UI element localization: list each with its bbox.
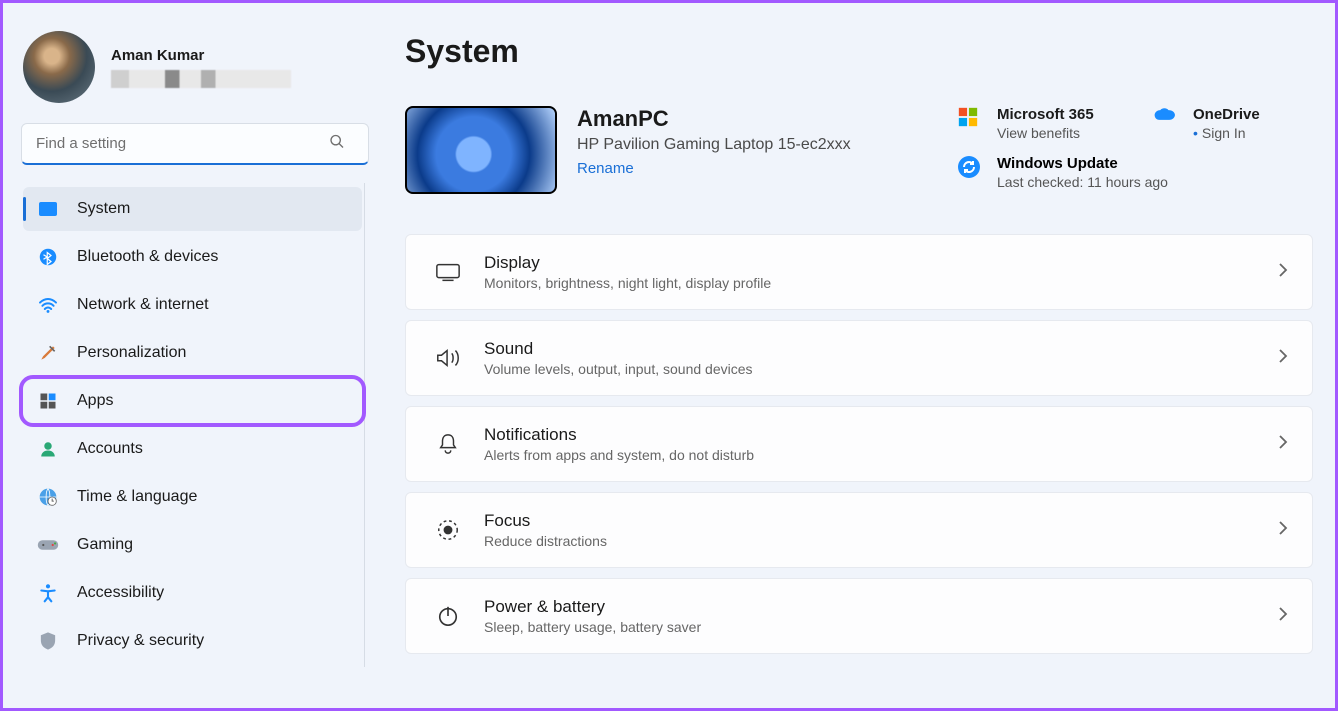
sidebar-item-label: Gaming [77, 536, 133, 554]
sidebar-item-label: Accessibility [77, 584, 164, 602]
card-title: Notifications [484, 425, 1278, 445]
sidebar-item-label: Personalization [77, 344, 186, 362]
card-title: Focus [484, 511, 1278, 531]
windows-update-icon [957, 155, 991, 184]
display-icon [430, 261, 466, 283]
globe-clock-icon [37, 486, 59, 508]
focus-icon [430, 518, 466, 542]
sidebar: Aman Kumar System Bluetooth & devices Ne… [3, 3, 383, 708]
update-title: Windows Update [997, 155, 1313, 172]
bluetooth-icon [37, 246, 59, 268]
sidebar-item-label: Network & internet [77, 296, 209, 314]
paintbrush-icon [37, 342, 59, 364]
shield-icon [37, 630, 59, 652]
card-title: Sound [484, 339, 1278, 359]
sidebar-item-time[interactable]: Time & language [23, 475, 362, 519]
apps-icon [37, 390, 59, 412]
sidebar-item-label: Accounts [77, 440, 143, 458]
rename-link[interactable]: Rename [577, 160, 634, 177]
sidebar-item-bluetooth[interactable]: Bluetooth & devices [23, 235, 362, 279]
sidebar-item-apps[interactable]: Apps [23, 379, 362, 423]
m365-title: Microsoft 365 [997, 106, 1147, 123]
card-sub: Volume levels, output, input, sound devi… [484, 361, 1278, 377]
update-sub: Last checked: 11 hours ago [997, 174, 1313, 190]
gamepad-icon [37, 534, 59, 556]
sidebar-item-label: Privacy & security [77, 632, 204, 650]
search-icon [329, 134, 345, 155]
profile-block[interactable]: Aman Kumar [21, 31, 365, 103]
monitor-icon [37, 198, 59, 220]
chevron-right-icon [1278, 262, 1288, 283]
card-sub: Alerts from apps and system, do not dist… [484, 447, 1278, 463]
page-title: System [405, 33, 1313, 70]
card-sub: Sleep, battery usage, battery saver [484, 619, 1278, 635]
sidebar-item-accounts[interactable]: Accounts [23, 427, 362, 471]
card-notifications[interactable]: Notifications Alerts from apps and syste… [405, 406, 1313, 482]
sidebar-item-system[interactable]: System [23, 187, 362, 231]
sidebar-item-personalization[interactable]: Personalization [23, 331, 362, 375]
microsoft365-block[interactable]: Microsoft 365 View benefits [997, 106, 1147, 141]
power-icon [430, 604, 466, 628]
sidebar-item-accessibility[interactable]: Accessibility [23, 571, 362, 615]
wallpaper-thumbnail[interactable] [405, 106, 557, 194]
sidebar-item-network[interactable]: Network & internet [23, 283, 362, 327]
onedrive-icon [1153, 106, 1187, 129]
sound-icon [430, 347, 466, 369]
chevron-right-icon [1278, 434, 1288, 455]
main-content: System AmanPC HP Pavilion Gaming Laptop … [383, 3, 1335, 708]
card-focus[interactable]: Focus Reduce distractions [405, 492, 1313, 568]
wifi-icon [37, 294, 59, 316]
sidebar-item-label: Bluetooth & devices [77, 248, 218, 266]
onedrive-sub: Sign In [1202, 125, 1246, 141]
sidebar-item-privacy[interactable]: Privacy & security [23, 619, 362, 663]
device-name: AmanPC [577, 106, 937, 132]
m365-sub: View benefits [997, 125, 1147, 141]
sidebar-item-label: System [77, 200, 130, 218]
onedrive-title: OneDrive [1193, 106, 1313, 123]
chevron-right-icon [1278, 520, 1288, 541]
sidebar-item-label: Apps [77, 392, 113, 410]
card-sub: Reduce distractions [484, 533, 1278, 549]
bell-icon [430, 432, 466, 456]
chevron-right-icon [1278, 348, 1288, 369]
person-icon [37, 438, 59, 460]
card-title: Display [484, 253, 1278, 273]
card-display[interactable]: Display Monitors, brightness, night ligh… [405, 234, 1313, 310]
onedrive-block[interactable]: OneDrive •Sign In [1193, 106, 1313, 141]
sidebar-item-gaming[interactable]: Gaming [23, 523, 362, 567]
card-sound[interactable]: Sound Volume levels, output, input, soun… [405, 320, 1313, 396]
card-title: Power & battery [484, 597, 1278, 617]
microsoft365-icon [957, 106, 991, 133]
nav-list: System Bluetooth & devices Network & int… [21, 183, 365, 667]
profile-email-blurred [111, 70, 291, 88]
card-sub: Monitors, brightness, night light, displ… [484, 275, 1278, 291]
search-input[interactable] [21, 123, 369, 165]
profile-name: Aman Kumar [111, 47, 365, 64]
accessibility-icon [37, 582, 59, 604]
device-hero: AmanPC HP Pavilion Gaming Laptop 15-ec2x… [405, 106, 1313, 194]
chevron-right-icon [1278, 606, 1288, 627]
device-model: HP Pavilion Gaming Laptop 15-ec2xxx [577, 136, 937, 154]
settings-cards: Display Monitors, brightness, night ligh… [405, 234, 1313, 654]
sidebar-item-label: Time & language [77, 488, 197, 506]
card-power[interactable]: Power & battery Sleep, battery usage, ba… [405, 578, 1313, 654]
avatar [23, 31, 95, 103]
windows-update-block[interactable]: Windows Update Last checked: 11 hours ag… [997, 155, 1313, 190]
